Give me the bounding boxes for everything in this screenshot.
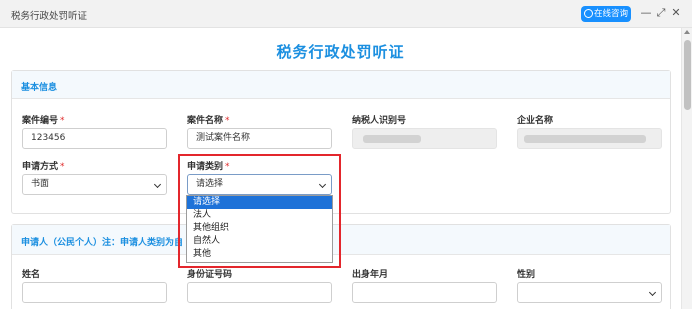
window-titlebar: 税务行政处罚听证 在线咨询 — ⤢ ✕ (0, 0, 692, 28)
basic-info-heading: 基本信息 (21, 83, 58, 93)
applicant-heading: 申请人（公民个人）注：申请人类别为自 (21, 238, 184, 248)
apply-method-label: 申请方式 * (22, 162, 65, 172)
page-title: 税务行政处罚听证 (276, 43, 405, 61)
redacted-value (524, 135, 646, 143)
company-name-input (517, 128, 662, 149)
applicant-header: 申请人（公民个人）注：申请人类别为自 (12, 225, 670, 255)
online-consult-button[interactable]: 在线咨询 (581, 6, 631, 22)
maximize-icon[interactable]: ⤢ (654, 5, 668, 21)
online-consult-label: 在线咨询 (594, 9, 629, 19)
company-name-label: 企业名称 (517, 116, 554, 126)
id-number-input[interactable] (187, 282, 332, 303)
name-label: 姓名 (22, 270, 41, 280)
highlight-annotation-box (178, 154, 341, 268)
scroll-up-arrow-icon[interactable] (684, 30, 690, 34)
gender-select[interactable] (517, 282, 662, 303)
basic-info-header: 基本信息 (12, 71, 670, 99)
window-title: 税务行政处罚听证 (11, 11, 88, 22)
close-icon[interactable]: ✕ (669, 5, 683, 21)
taxpayer-id-label: 纳税人识别号 (352, 116, 407, 126)
case-name-label: 案件名称 * (187, 116, 230, 126)
chevron-down-icon (153, 180, 162, 189)
birth-date-input[interactable] (352, 282, 497, 303)
scroll-thumb[interactable] (684, 40, 691, 110)
redacted-value (363, 135, 421, 143)
id-number-label: 身份证号码 (187, 270, 233, 280)
case-no-label: 案件编号 * (22, 116, 65, 126)
vertical-scrollbar[interactable] (681, 28, 692, 309)
case-name-input[interactable]: 测试案件名称 (187, 128, 332, 149)
gender-label: 性别 (517, 270, 536, 280)
minimize-icon[interactable]: — (639, 5, 653, 21)
case-no-input[interactable]: 123456 (22, 128, 167, 149)
apply-method-value: 书面 (31, 179, 50, 189)
chevron-down-icon (648, 288, 657, 297)
apply-method-select[interactable]: 书面 (22, 174, 167, 195)
chat-icon (584, 9, 593, 18)
name-input[interactable] (22, 282, 167, 303)
taxpayer-id-input (352, 128, 497, 149)
birth-date-label: 出身年月 (352, 270, 389, 280)
